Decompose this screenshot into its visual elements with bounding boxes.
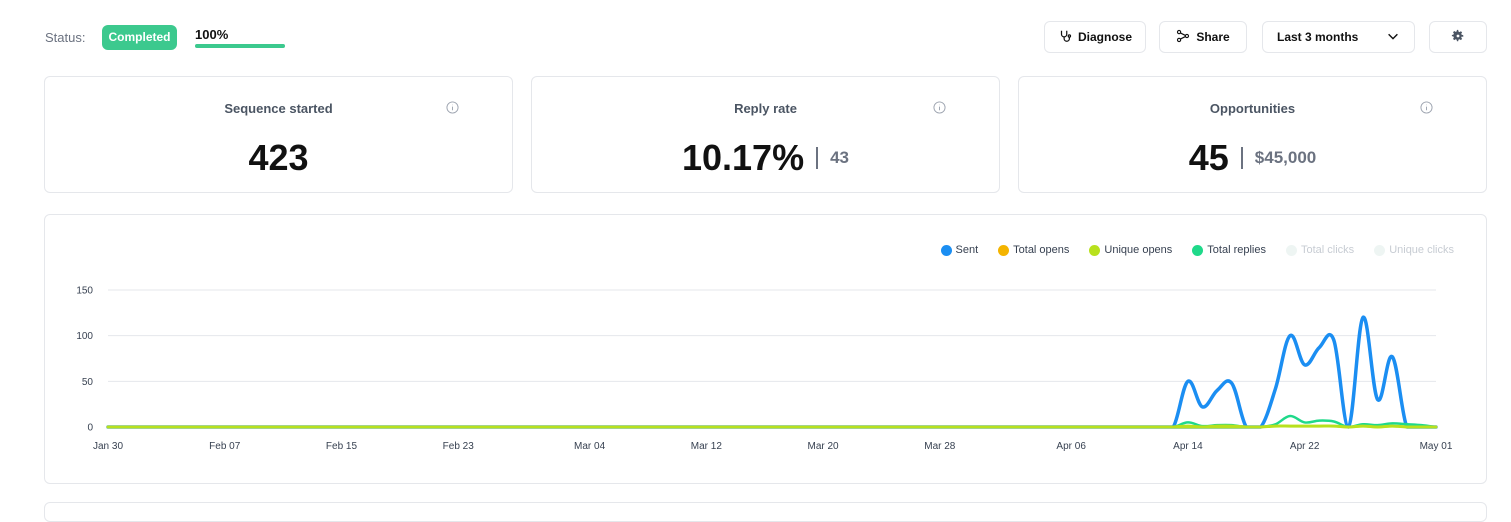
diagnose-button[interactable]: Diagnose [1044, 21, 1146, 53]
stethoscope-icon [1058, 29, 1072, 46]
progress-indicator: 100% [195, 27, 285, 49]
diagnose-label: Diagnose [1077, 30, 1132, 44]
info-icon[interactable] [446, 101, 459, 114]
x-tick-label: Apr 06 [1056, 441, 1086, 452]
y-tick-label: 0 [87, 423, 93, 434]
metric-card-sequence-started: Sequence started 423 [44, 76, 513, 193]
x-tick-label: May 01 [1420, 441, 1453, 452]
top-bar: Status: Completed 100% Diagnose Share La… [0, 0, 1511, 76]
x-tick-label: Jan 30 [93, 441, 123, 452]
progress-text: 100% [195, 27, 229, 42]
share-button[interactable]: Share [1159, 21, 1247, 53]
metric-value: 10.17% [681, 137, 805, 178]
x-tick-label: Mar 20 [808, 441, 840, 452]
x-tick-label: Mar 28 [924, 441, 956, 452]
metric-value-row: 423 [45, 137, 512, 179]
date-range-label: Last 3 months [1277, 30, 1359, 44]
date-range-select[interactable]: Last 3 months [1262, 21, 1415, 53]
activity-chart-card: Sent Total opens Unique opens Total repl… [44, 214, 1487, 484]
metric-value: 45 [1188, 137, 1229, 178]
progress-track [195, 44, 285, 48]
series-line-unique-opens [106, 424, 1438, 429]
x-tick-label: Apr 22 [1290, 441, 1320, 452]
x-tick-label: Mar 04 [574, 441, 606, 452]
metric-value-row: 45 $45,000 [1019, 137, 1486, 179]
x-tick-label: Feb 07 [209, 441, 241, 452]
value-divider [1240, 147, 1243, 169]
next-section-card [44, 502, 1487, 522]
metric-title: Sequence started [224, 101, 333, 116]
series-line-sent [106, 315, 1438, 429]
x-tick-label: Feb 23 [443, 441, 475, 452]
x-tick-label: Feb 15 [326, 441, 358, 452]
metric-value-row: 10.17% 43 [532, 137, 999, 179]
share-nodes-icon [1176, 29, 1190, 46]
metric-card-reply-rate: Reply rate 10.17% 43 [531, 76, 1000, 193]
x-tick-label: Mar 12 [691, 441, 723, 452]
metric-title: Opportunities [1209, 101, 1296, 116]
metric-title: Reply rate [734, 101, 797, 116]
progress-fill [195, 44, 285, 48]
metric-value: 423 [248, 137, 309, 178]
chevron-down-icon [1386, 29, 1400, 46]
y-tick-label: 100 [76, 331, 93, 342]
info-icon[interactable] [1420, 101, 1433, 114]
gear-icon [1451, 29, 1465, 46]
metric-card-opportunities: Opportunities 45 $45,000 [1018, 76, 1487, 193]
y-tick-label: 50 [82, 377, 94, 388]
x-tick-label: Apr 14 [1173, 441, 1203, 452]
share-label: Share [1196, 30, 1230, 44]
status-label: Status: [45, 30, 86, 45]
info-icon[interactable] [933, 101, 946, 114]
line-chart: 0 50 100 150 Jan 30 Feb 07 Feb 15 Feb 23 Mar 04 M… [76, 286, 1453, 453]
settings-button[interactable] [1429, 21, 1487, 53]
status-badge: Completed [102, 25, 177, 50]
value-divider [816, 147, 819, 169]
metric-secondary: $45,000 [1254, 148, 1317, 167]
y-tick-label: 150 [76, 286, 93, 297]
metric-secondary: 43 [830, 148, 850, 167]
